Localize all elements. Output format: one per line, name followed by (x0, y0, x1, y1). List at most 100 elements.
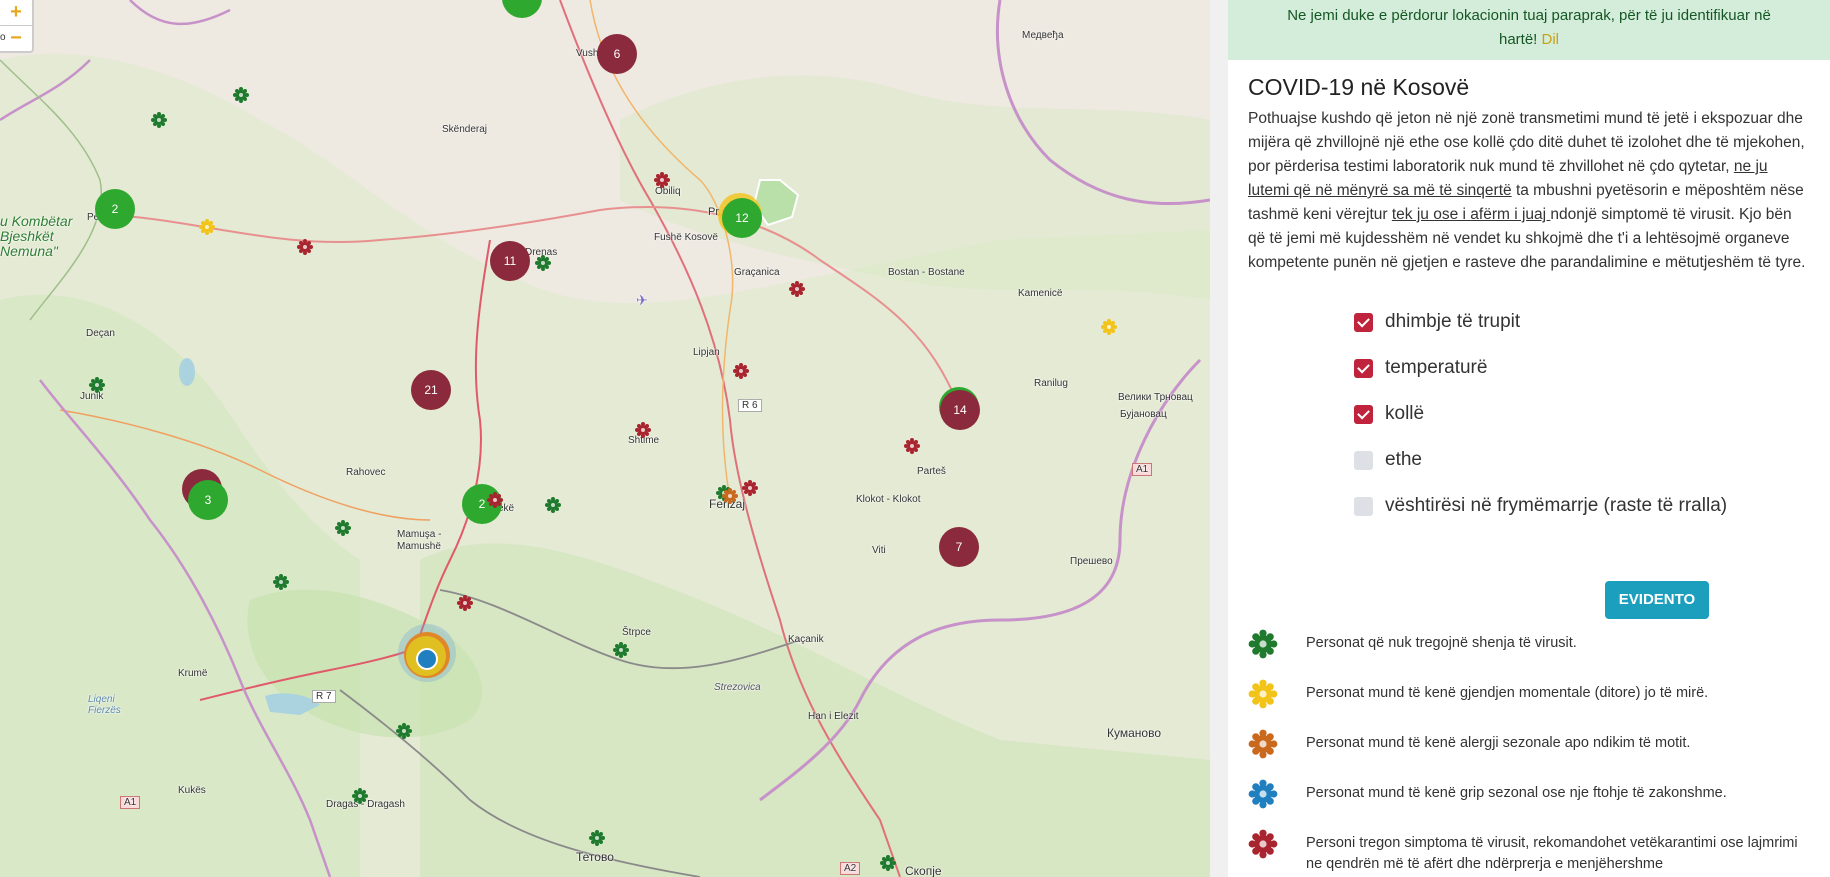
place-label: Parteš (917, 466, 946, 477)
place-label: Скопје (905, 864, 942, 877)
place-label: Graçanica (734, 267, 780, 278)
virus-marker-icon[interactable] (151, 112, 167, 128)
airport-icon: ✈ (636, 292, 648, 308)
place-label: Kamenicë (1018, 288, 1063, 299)
virus-yellow-icon (1249, 680, 1278, 709)
current-location-marker[interactable] (416, 648, 438, 670)
virus-marker-icon[interactable] (535, 255, 551, 271)
cluster-marker[interactable]: 11 (490, 241, 530, 281)
virus-marker-icon[interactable] (233, 87, 249, 103)
evidento-button[interactable]: EVIDENTO (1605, 581, 1709, 619)
place-label: Deçan (86, 328, 115, 339)
symptom-checkbox-body-ache[interactable]: dhimbje të trupit (1354, 299, 1810, 345)
legend: Personat që nuk tregojnë shenja të virus… (1248, 633, 1808, 877)
cluster-marker[interactable]: 21 (411, 370, 451, 410)
legend-item: Personat mund të kenë alergji sezonale a… (1248, 733, 1808, 759)
intro-paragraph: Pothuajse kushdo që jeton në një zonë tr… (1248, 110, 1806, 271)
symptom-checkbox-cough[interactable]: kollë (1354, 391, 1810, 437)
place-label: Тетово (576, 850, 614, 864)
place-label: Куманово (1107, 726, 1161, 740)
map[interactable]: + − Vush Медвеђа Skënderaj Obiliq Pr ë F… (0, 0, 1210, 877)
zoom-in-button[interactable]: + (0, 0, 32, 25)
road-shield: R 6 (738, 399, 762, 412)
info-panel: Ne jemi duke e përdorur lokacionin tuaj … (1228, 0, 1830, 877)
checkbox-unchecked-icon[interactable] (1354, 496, 1373, 516)
virus-marker-icon[interactable] (635, 422, 651, 438)
virus-marker-icon[interactable] (589, 830, 605, 846)
legend-item: Personat mund të kenë grip sezonal ose n… (1248, 783, 1808, 809)
virus-marker-icon[interactable] (396, 723, 412, 739)
virus-marker-icon[interactable] (880, 855, 896, 871)
place-label: Велики Трновац (1118, 392, 1193, 403)
cluster-marker[interactable]: 14 (940, 390, 980, 430)
place-label: Vush (576, 48, 599, 59)
virus-marker-icon[interactable] (335, 520, 351, 536)
checkbox-unchecked-icon[interactable] (1354, 450, 1373, 470)
place-label: Fushë Kosovë (654, 232, 718, 243)
checkbox-checked-icon[interactable] (1354, 358, 1373, 378)
virus-marker-icon[interactable] (654, 172, 670, 188)
legend-item: Personi tregon simptoma të virusit, reko… (1248, 833, 1808, 875)
virus-green-icon (1249, 630, 1278, 659)
symptom-checkbox-fever[interactable]: ethe (1354, 437, 1810, 483)
park-label: u Kombëtar Bjeshkët Nemuna" (0, 213, 73, 259)
cluster-marker[interactable]: 2 (95, 189, 135, 229)
legend-item: Personat mund të kenë gjendjen momentale… (1248, 683, 1808, 709)
virus-marker-icon[interactable] (733, 363, 749, 379)
virus-red-icon (1249, 830, 1278, 859)
cluster-marker[interactable]: 12 (722, 198, 762, 238)
road-shield: A1 (120, 796, 141, 809)
cluster-marker[interactable]: 3 (188, 480, 228, 520)
zoom-control: + − (0, 0, 34, 53)
place-label: Skënderaj (442, 124, 488, 135)
virus-marker-icon[interactable] (742, 480, 758, 496)
place-label: Junik (80, 391, 104, 402)
place-label: Kaçanik (788, 634, 824, 645)
symptom-checkbox-breathing[interactable]: vështirësi në frymëmarrje (raste të rral… (1354, 483, 1810, 529)
road-shield: A2 (840, 862, 861, 875)
place-label: Lipjan (693, 347, 720, 358)
place-label: Mamuşa - Mamushë (397, 529, 442, 552)
virus-marker-icon[interactable] (789, 281, 805, 297)
place-label: Ranilug (1034, 378, 1068, 389)
legend-item: Personat që nuk tregojnë shenja të virus… (1248, 633, 1808, 659)
alert-text: Ne jemi duke e përdorur lokacionin tuaj … (1287, 7, 1771, 48)
virus-marker-icon[interactable] (297, 239, 313, 255)
location-alert: Ne jemi duke e përdorur lokacionin tuaj … (1228, 0, 1830, 60)
map-panel-divider (1210, 0, 1228, 877)
virus-marker-icon[interactable] (1101, 319, 1117, 335)
checkbox-checked-icon[interactable] (1354, 404, 1373, 424)
place-label: Liqeni Fierzës (88, 694, 121, 716)
place-label: Viti (872, 545, 886, 556)
cluster-marker[interactable]: 6 (597, 34, 637, 74)
place-label: Klokot - Klokot (856, 494, 921, 505)
virus-marker-icon[interactable] (273, 574, 289, 590)
place-label: Rahovec (346, 467, 386, 478)
virus-blue-icon (1249, 780, 1278, 809)
checkbox-checked-icon[interactable] (1354, 312, 1373, 332)
place-label: o (0, 32, 6, 43)
road-shield: R 7 (312, 690, 336, 703)
place-label: Bostan - Bostane (888, 267, 965, 278)
map-tiles (0, 0, 1210, 877)
virus-marker-icon[interactable] (722, 488, 738, 504)
dismiss-location-link[interactable]: Dil (1542, 31, 1560, 48)
virus-marker-icon[interactable] (199, 219, 215, 235)
place-label: Медвеђа (1022, 30, 1064, 41)
cluster-marker[interactable]: 7 (939, 527, 979, 567)
place-label: Прешево (1070, 556, 1113, 567)
virus-marker-icon[interactable] (545, 497, 561, 513)
virus-marker-icon[interactable] (904, 438, 920, 454)
road-shield: A1 (1132, 463, 1153, 476)
place-label: Štrpce (622, 627, 651, 638)
symptom-checkbox-temperature[interactable]: temperaturë (1354, 345, 1810, 391)
virus-marker-icon[interactable] (457, 595, 473, 611)
virus-marker-icon[interactable] (613, 642, 629, 658)
place-label: Krumë (178, 668, 208, 679)
virus-orange-icon (1249, 730, 1278, 759)
virus-marker-icon[interactable] (89, 377, 105, 393)
virus-marker-icon[interactable] (352, 788, 368, 804)
virus-marker-icon[interactable] (487, 492, 503, 508)
place-label: Бујановац (1120, 409, 1167, 420)
place-label: Han i Elezit (808, 711, 859, 722)
